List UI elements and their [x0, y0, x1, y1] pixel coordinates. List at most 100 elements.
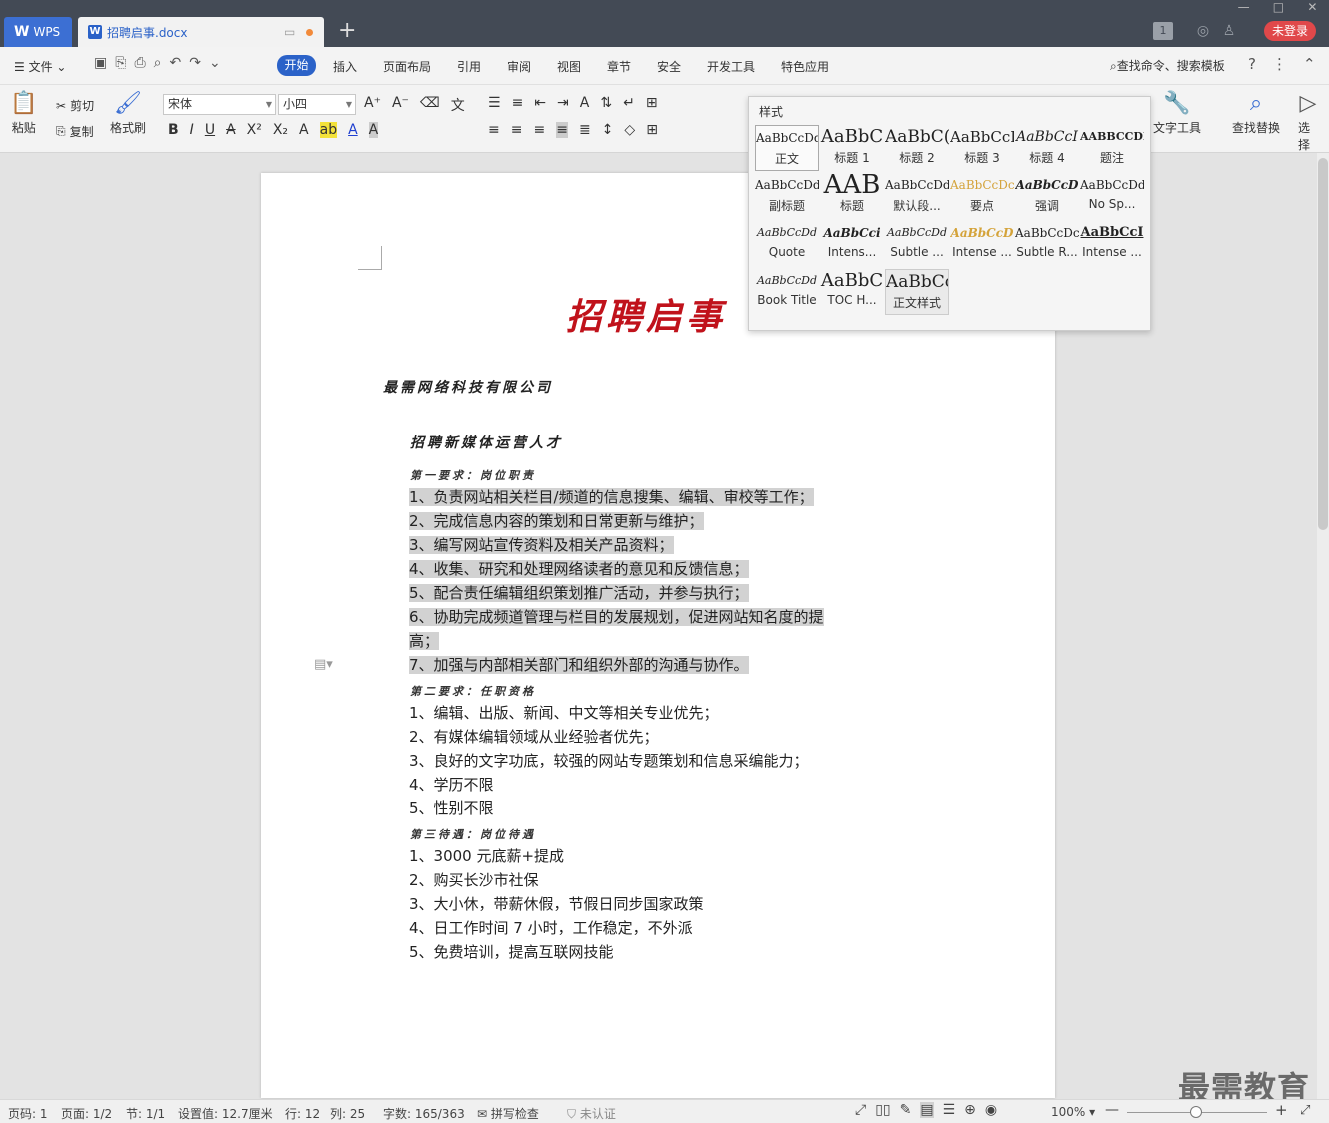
close-button[interactable]: ✕ [1307, 0, 1317, 16]
strikethrough-icon[interactable]: A [226, 122, 236, 138]
tab-view[interactable]: 视图 [557, 58, 581, 75]
style-item[interactable]: AaBbCci Intens... [820, 221, 884, 267]
command-search[interactable]: ⌕查找命令、搜索模板 [1110, 57, 1225, 74]
monitor-icon[interactable]: ▭ [284, 25, 295, 39]
text-tools-button[interactable]: 🔧 文字工具 [1153, 91, 1201, 136]
cut-button[interactable]: ✂ 剪切 [56, 97, 94, 114]
line-spacing-icon[interactable]: ↕ [602, 122, 614, 138]
style-item[interactable]: AaBbCcDc Subtle R... [1015, 221, 1079, 267]
fullscreen-icon[interactable]: ⤢ [855, 1102, 866, 1118]
read-mode-icon[interactable]: ▯▯ [875, 1102, 890, 1118]
tab-references[interactable]: 引用 [457, 58, 481, 75]
style-item[interactable]: AaBbC 标题 1 [820, 125, 884, 171]
tab-insert[interactable]: 插入 [333, 58, 357, 75]
increase-indent-icon[interactable]: ⇥ [557, 95, 569, 111]
style-item[interactable]: AaBbCcDd 副标题 [755, 173, 819, 219]
scrollbar-thumb[interactable] [1318, 158, 1328, 530]
edit-pen-icon[interactable]: ✎ [900, 1102, 912, 1118]
paragraph-layout-icon[interactable]: ▤▾ [314, 657, 333, 672]
subscript-icon[interactable]: X₂ [273, 122, 288, 138]
align-right-icon[interactable]: ≡ [533, 122, 545, 138]
sort-icon[interactable]: ⇅ [600, 95, 612, 111]
char-shading-icon[interactable]: A [368, 122, 379, 138]
style-item[interactable]: AaBbCcDd No Sp... [1080, 173, 1144, 219]
spell-check-button[interactable]: ✉ 拼写检查 [477, 1105, 539, 1122]
web-view-icon[interactable]: ⊕ [964, 1102, 976, 1118]
shirt-icon[interactable]: ♙ [1220, 22, 1238, 40]
clear-format-icon[interactable]: ⌫ [420, 95, 440, 115]
style-item[interactable]: AaBbCcDd 默认段... [885, 173, 949, 219]
style-item[interactable]: AaBbCcDc 要点 [950, 173, 1014, 219]
align-left-icon[interactable]: ≡ [488, 122, 500, 138]
tab-page-layout[interactable]: 页面布局 [383, 58, 431, 75]
status-setting[interactable]: 设置值: 12.7厘米 [178, 1105, 273, 1122]
tab-start[interactable]: 开始 [277, 55, 316, 76]
style-item[interactable]: AABBCCDD 题注 [1080, 125, 1144, 171]
style-item[interactable]: AaBbCcD 强调 [1015, 173, 1079, 219]
style-item[interactable]: AaBbCcDd Book Title [755, 269, 819, 315]
highlight-icon[interactable]: ab [319, 122, 338, 138]
style-item[interactable]: AaBbCcDd Subtle ... [885, 221, 949, 267]
export-pdf-icon[interactable]: ⎘ [115, 55, 126, 71]
minimize-button[interactable]: — [1238, 0, 1250, 16]
align-center-icon[interactable]: ≡ [511, 122, 523, 138]
status-word-count[interactable]: 字数: 165/363 [383, 1105, 465, 1122]
page-view-icon[interactable]: ▤ [920, 1102, 934, 1118]
superscript-icon[interactable]: X² [247, 122, 262, 138]
style-item[interactable]: AaBbCc 正文样式 [885, 269, 949, 315]
copy-button[interactable]: ⎘ 复制 [56, 123, 94, 140]
select-button[interactable]: ▷ 选择 [1298, 91, 1318, 153]
style-item[interactable]: AAB 标题 [820, 173, 884, 219]
print-icon[interactable]: ⎙ [134, 55, 145, 71]
decrease-indent-icon[interactable]: ⇤ [534, 95, 546, 111]
more-icon[interactable]: ⋮ [1272, 55, 1287, 73]
redo-icon[interactable]: ↷ [189, 55, 201, 71]
font-color-icon[interactable]: A [348, 122, 358, 138]
zoom-level[interactable]: 100% ▾ [1051, 1105, 1095, 1119]
phonetic-icon[interactable]: 文 [451, 95, 465, 115]
zoom-slider-thumb[interactable] [1190, 1106, 1202, 1118]
status-page-number[interactable]: 页码: 1 [8, 1105, 48, 1122]
new-tab-button[interactable]: + [338, 17, 360, 45]
tab-review[interactable]: 审阅 [507, 58, 531, 75]
format-painter-button[interactable]: 🖌 格式刷 [110, 91, 146, 136]
outline-view-icon[interactable]: ☰ [943, 1102, 956, 1118]
underline-icon[interactable]: U [205, 122, 215, 138]
style-item[interactable]: AaBbCcI Intense ... [1080, 221, 1144, 267]
fit-window-icon[interactable]: ⤢ [1300, 1103, 1310, 1118]
status-row[interactable]: 行: 12 [285, 1105, 320, 1122]
shading-icon[interactable]: ◇ [624, 122, 635, 138]
status-col[interactable]: 列: 25 [330, 1105, 365, 1122]
status-section[interactable]: 节: 1/1 [126, 1105, 165, 1122]
certification-status[interactable]: ⛉ 未认证 [567, 1105, 616, 1122]
style-item[interactable]: AaBbCcI 标题 4 [1015, 125, 1079, 171]
distribute-icon[interactable]: ≣ [579, 122, 591, 138]
font-size-select[interactable]: 小四 ▼ [278, 94, 356, 115]
login-button[interactable]: 未登录 [1264, 21, 1316, 41]
grow-font-icon[interactable]: A⁺ [364, 95, 381, 115]
window-count-badge[interactable]: 1 [1153, 22, 1173, 40]
shrink-font-icon[interactable]: A⁻ [392, 95, 409, 115]
tab-special[interactable]: 特色应用 [781, 58, 829, 75]
style-item[interactable]: AaBbCcD Intense ... [950, 221, 1014, 267]
tab-developer[interactable]: 开发工具 [707, 58, 755, 75]
bold-icon[interactable]: B [168, 122, 179, 138]
paste-button[interactable]: 📋 粘贴 [10, 91, 37, 136]
document-tab[interactable]: W 招聘启事.docx ▭ [78, 17, 324, 47]
skin-icon[interactable]: ◎ [1194, 22, 1212, 40]
print-preview-icon[interactable]: ⌕ [154, 55, 162, 71]
file-menu[interactable]: ☰ 文件 ⌄ [14, 58, 66, 75]
numbering-icon[interactable]: ≡ [512, 95, 524, 111]
italic-icon[interactable]: I [190, 122, 194, 138]
save-icon[interactable]: ▣ [94, 55, 107, 71]
undo-icon[interactable]: ↶ [169, 55, 181, 71]
style-item[interactable]: AaBbCcI 标题 3 [950, 125, 1014, 171]
text-effect-icon[interactable]: A [299, 122, 309, 138]
tab-chapter[interactable]: 章节 [607, 58, 631, 75]
find-replace-button[interactable]: ⌕ 查找替换 [1232, 91, 1280, 136]
collapse-ribbon-icon[interactable]: ⌃ [1303, 55, 1316, 73]
justify-icon[interactable]: ≡ [556, 122, 568, 138]
zoom-in-button[interactable]: + [1275, 1101, 1288, 1119]
tab-security[interactable]: 安全 [657, 58, 681, 75]
eye-protect-icon[interactable]: ◉ [985, 1102, 997, 1118]
